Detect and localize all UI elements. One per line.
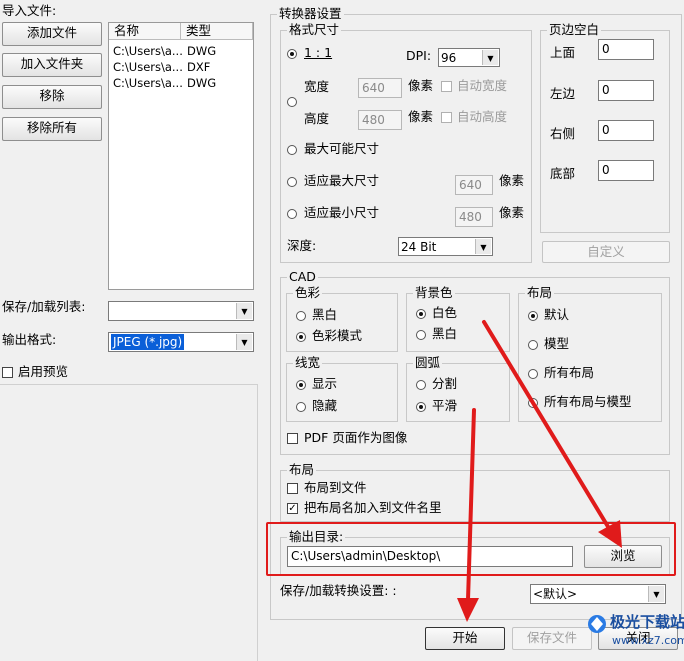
arrow-to-start [457,408,479,622]
arrow-to-browse [482,320,622,548]
watermark: 极光下载站 www.xz7.com [586,611,684,661]
watermark-text: 极光下载站 [610,613,684,631]
watermark-logo-icon [588,615,606,633]
watermark-url: www.xz7.com [612,634,684,647]
annotation-arrows [457,320,622,622]
